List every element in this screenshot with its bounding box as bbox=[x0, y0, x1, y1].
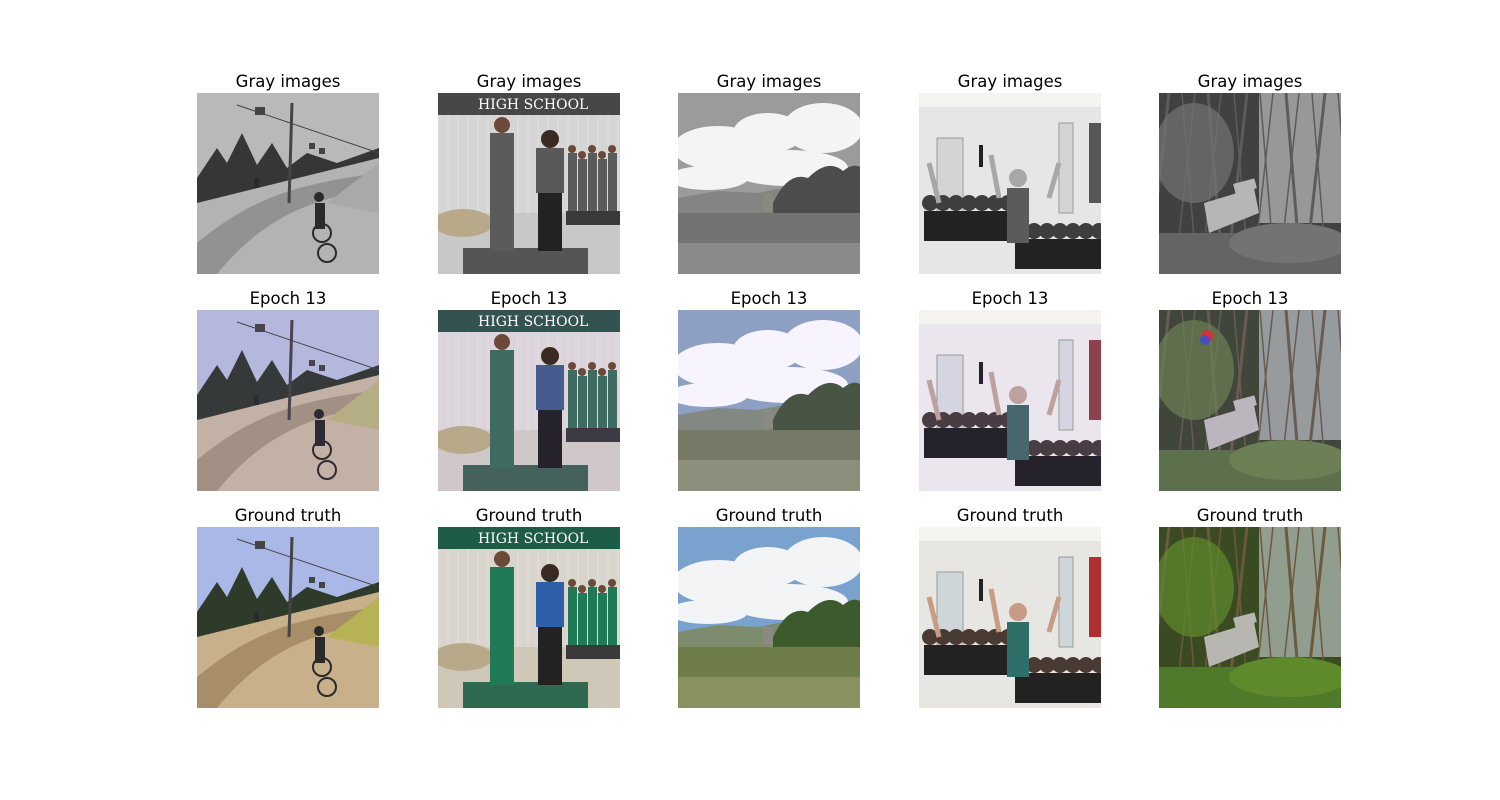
panel-title: Gray images bbox=[476, 72, 582, 91]
panel-title: Ground truth bbox=[1196, 506, 1304, 525]
image-cell-mountain-bike-trail-row2: Epoch 13 bbox=[197, 289, 379, 491]
scene-image bbox=[197, 310, 379, 491]
panel-title: Epoch 13 bbox=[490, 289, 568, 308]
image-cell-classroom-crowd-row3: Ground truth bbox=[919, 506, 1101, 708]
image-cell-classroom-crowd-row1: Gray images bbox=[919, 72, 1101, 274]
scene-image bbox=[678, 527, 860, 708]
panel-title: Epoch 13 bbox=[730, 289, 808, 308]
panel-title: Gray images bbox=[957, 72, 1063, 91]
image-cell-forest-abandoned-object-row2: Epoch 13 bbox=[1159, 289, 1341, 491]
panel-title: Gray images bbox=[716, 72, 822, 91]
scene-image bbox=[1159, 93, 1341, 274]
panel-title: Ground truth bbox=[956, 506, 1064, 525]
panel-title: Gray images bbox=[235, 72, 341, 91]
svg-text:HIGH SCHOOL: HIGH SCHOOL bbox=[478, 314, 588, 330]
scene-image bbox=[1159, 310, 1341, 491]
scene-image bbox=[197, 527, 379, 708]
image-cell-graduation-ceremony-row2: Epoch 13 HIGH SCHOOL bbox=[438, 289, 620, 491]
image-cell-mountain-bike-trail-row3: Ground truth bbox=[197, 506, 379, 708]
scene-image bbox=[678, 93, 860, 274]
image-cell-graduation-ceremony-row3: Ground truth HIGH SCHOOL bbox=[438, 506, 620, 708]
image-cell-classroom-crowd-row2: Epoch 13 bbox=[919, 289, 1101, 491]
image-cell-cloudy-countryside-row1: Gray images bbox=[678, 72, 860, 274]
scene-image bbox=[919, 527, 1101, 708]
scene-image: HIGH SCHOOL bbox=[438, 93, 620, 274]
scene-image bbox=[197, 93, 379, 274]
panel-title: Ground truth bbox=[234, 506, 342, 525]
image-cell-forest-abandoned-object-row3: Ground truth bbox=[1159, 506, 1341, 708]
image-cell-cloudy-countryside-row3: Ground truth bbox=[678, 506, 860, 708]
image-cell-graduation-ceremony-row1: Gray images HIGH SCHOOL bbox=[438, 72, 620, 274]
panel-title: Gray images bbox=[1197, 72, 1303, 91]
panel-title: Epoch 13 bbox=[249, 289, 327, 308]
image-cell-forest-abandoned-object-row1: Gray images bbox=[1159, 72, 1341, 274]
image-cell-cloudy-countryside-row2: Epoch 13 bbox=[678, 289, 860, 491]
scene-image bbox=[678, 310, 860, 491]
svg-text:HIGH SCHOOL: HIGH SCHOOL bbox=[478, 97, 588, 113]
scene-image: HIGH SCHOOL bbox=[438, 527, 620, 708]
svg-text:HIGH SCHOOL: HIGH SCHOOL bbox=[478, 531, 588, 547]
panel-title: Ground truth bbox=[715, 506, 823, 525]
panel-title: Epoch 13 bbox=[1211, 289, 1289, 308]
scene-image bbox=[919, 310, 1101, 491]
scene-image: HIGH SCHOOL bbox=[438, 310, 620, 491]
panel-title: Ground truth bbox=[475, 506, 583, 525]
panel-title: Epoch 13 bbox=[971, 289, 1049, 308]
scene-image bbox=[1159, 527, 1341, 708]
scene-image bbox=[919, 93, 1101, 274]
image-cell-mountain-bike-trail-row1: Gray images bbox=[197, 72, 379, 274]
